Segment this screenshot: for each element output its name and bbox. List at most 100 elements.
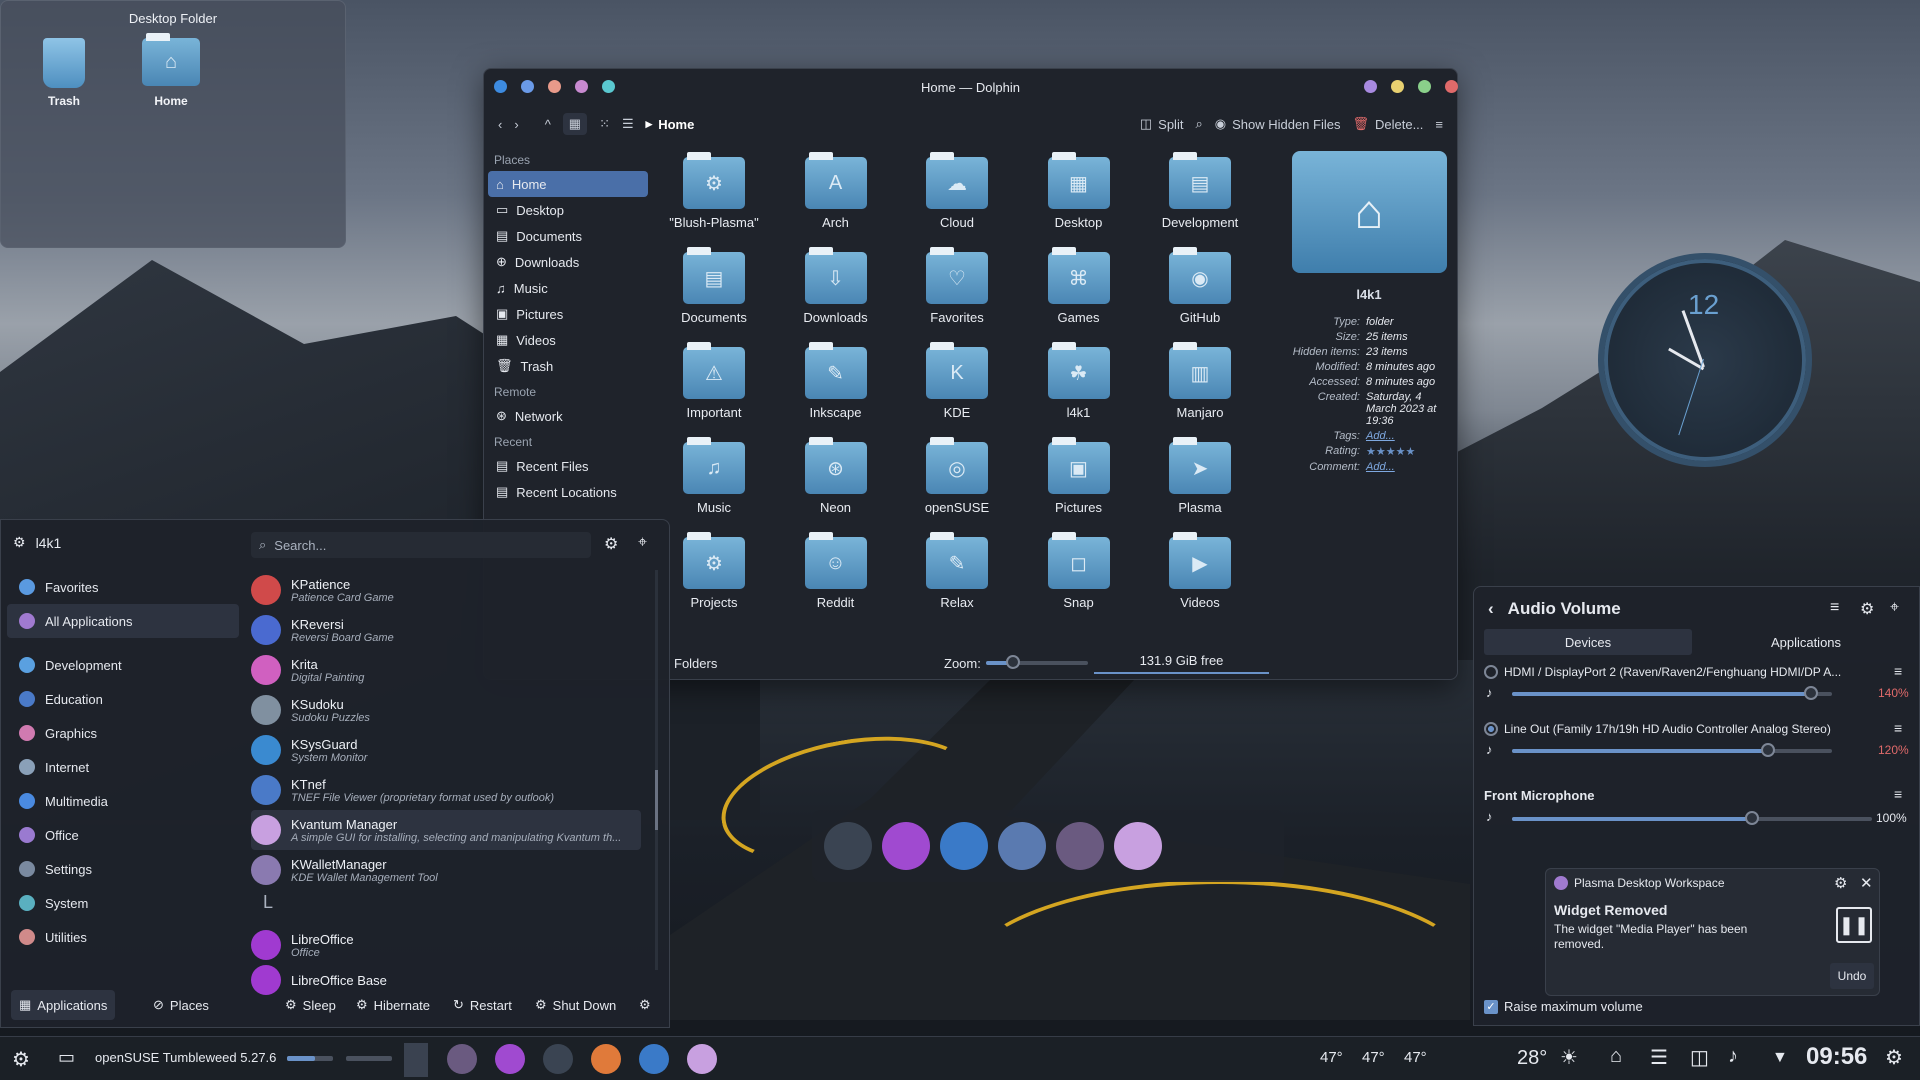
app-item[interactable]: Krita Digital Painting [251,650,641,690]
app-item[interactable]: Kvantum Manager A simple GUI for installi… [251,810,641,850]
dock-heart-icon[interactable] [998,822,1046,870]
undo-button[interactable]: Undo [1830,963,1874,989]
dock-kvantum-icon[interactable] [1114,822,1162,870]
category-utilities[interactable]: Utilities [7,920,239,954]
applications-tab[interactable]: ▦ Applications [11,990,116,1020]
desktop-item-trash[interactable]: Trash [24,38,104,108]
zoom-slider[interactable] [986,655,1088,669]
window-button[interactable] [602,80,615,93]
folder-item[interactable]: ◉ GitHub [1145,247,1255,325]
raise-max-checkbox[interactable]: ✓ Raise maximum volume [1484,999,1643,1014]
hamburger-menu-icon[interactable]: ≡ [1435,117,1443,132]
hibernate-button[interactable]: ⚙ Hibernate [356,997,430,1013]
hamburger-menu-icon[interactable]: ≡ [1830,599,1839,617]
clipboard-icon[interactable]: ◫ [1690,1045,1709,1070]
show-hidden-button[interactable]: ◉ Show Hidden Files [1215,116,1341,132]
window-button[interactable] [548,80,561,93]
updates-icon[interactable]: ⌂ [1610,1045,1622,1068]
delete-button[interactable]: 🗑 Delete... [1352,116,1423,132]
pager[interactable] [404,1043,428,1077]
taskbar-shop-icon[interactable] [495,1044,525,1074]
compact-view-icon[interactable]: ⁙ [599,116,610,132]
places-item-downloads[interactable]: ⊕ Downloads [488,249,648,275]
folder-item[interactable]: ⚠ Important [659,342,769,420]
dock-shop-icon[interactable] [882,822,930,870]
tab-devices[interactable]: Devices [1484,629,1692,655]
folder-item[interactable]: ⚙ "Blush-Plasma" [659,152,769,230]
close-button[interactable] [1445,80,1458,93]
default-device-radio[interactable] [1484,665,1498,679]
folder-item[interactable]: ➤ Plasma [1145,437,1255,515]
breadcrumb[interactable]: ▸ Home [646,116,695,132]
places-item-home[interactable]: ⌂ Home [488,171,648,197]
folder-item[interactable]: ◎ openSUSE [902,437,1012,515]
category-favorites[interactable]: Favorites [7,570,239,604]
device-volume-knob[interactable] [1803,686,1818,700]
folder-item[interactable]: ♡ Favorites [902,247,1012,325]
category-graphics[interactable]: Graphics [7,716,239,750]
settings-icon[interactable]: ⚙ [604,534,618,554]
mic-volume-knob[interactable] [1745,811,1759,825]
add-tags-link[interactable]: Add... [1366,430,1454,442]
default-device-radio[interactable] [1484,722,1498,736]
device-volume-slider[interactable] [1512,686,1832,700]
taskbar-dolphin-icon[interactable] [639,1044,669,1074]
taskbar-settings-icon[interactable] [543,1044,573,1074]
minimize-button[interactable] [1391,80,1404,93]
weather-temp[interactable]: 28° [1517,1047,1547,1070]
folder-item[interactable]: ⊛ Neon [781,437,891,515]
more-options-icon[interactable]: ⚙ [639,997,651,1013]
app-item[interactable]: KPatience Patience Card Game [251,570,641,610]
folder-item[interactable]: ▤ Documents [659,247,769,325]
app-item[interactable]: KSysGuard System Monitor [251,730,641,770]
split-button[interactable]: ◫ Split [1140,116,1184,132]
app-item[interactable]: KReversi Reversi Board Game [251,610,641,650]
show-desktop-icon[interactable]: ▭ [58,1047,75,1068]
shutdown-button[interactable]: ⚙ Shut Down [535,997,616,1013]
zoom-slider-knob[interactable] [1006,655,1020,669]
places-tab[interactable]: ⊘ Places [153,997,209,1013]
settings-icon[interactable]: ⚙ [1860,599,1874,619]
folder-item[interactable]: ⌘ Games [1024,247,1134,325]
places-item-videos[interactable]: ▦ Videos [488,327,648,353]
device-volume-knob[interactable] [1761,743,1775,757]
launcher-button-icon[interactable]: ⚙ [12,1047,30,1072]
sun-icon[interactable]: ☀ [1560,1045,1578,1070]
pin-icon[interactable]: ⌖ [638,534,647,552]
places-item-network[interactable]: ⊛ Network [488,403,648,429]
folder-item[interactable]: ⚙ Projects [659,532,769,610]
folder-item[interactable]: ☘ l4k1 [1024,342,1134,420]
folder-item[interactable]: ⇩ Downloads [781,247,891,325]
app-item[interactable]: KWalletManager KDE Wallet Management Tool [251,850,641,890]
restart-button[interactable]: ↻ Restart [453,997,512,1013]
folder-item[interactable]: ✎ Inkscape [781,342,891,420]
folder-item[interactable]: A Arch [781,152,891,230]
scrollbar[interactable] [655,570,658,970]
clock-time[interactable]: 09:56 [1806,1043,1867,1071]
volume-icon[interactable]: ♪ [1728,1045,1738,1068]
category-all-applications[interactable]: All Applications [7,604,239,638]
up-icon[interactable]: ^ [545,117,551,132]
pin-icon[interactable]: ⌖ [1890,599,1899,617]
folder-item[interactable]: ☁ Cloud [902,152,1012,230]
mic-volume-slider[interactable] [1512,811,1872,825]
rating-stars[interactable]: ★★★★★ [1366,445,1454,458]
places-item-desktop[interactable]: ▭ Desktop [488,197,648,223]
search-icon[interactable]: ⌕ [1195,116,1202,132]
device-volume-slider[interactable] [1512,743,1832,757]
app-item[interactable]: KTnef TNEF File Viewer (proprietary forma… [251,770,641,810]
window-button[interactable] [521,80,534,93]
settings-icon[interactable]: ⚙ [1834,874,1847,892]
forward-icon[interactable]: › [514,117,518,132]
category-education[interactable]: Education [7,682,239,716]
maximize-button[interactable] [1418,80,1431,93]
dock-dolphin-icon[interactable] [940,822,988,870]
desktop-item-home[interactable]: ⌂ Home [131,33,211,108]
category-system[interactable]: System [7,886,239,920]
taskbar-firefox-icon[interactable] [591,1044,621,1074]
folder-item[interactable]: ☺ Reddit [781,532,891,610]
add-comment-link[interactable]: Add... [1366,461,1454,473]
places-item-recent-files[interactable]: ▤ Recent Files [488,453,648,479]
search-input[interactable]: ⌕ Search... [251,532,591,558]
back-icon[interactable]: ‹ [1488,599,1494,619]
